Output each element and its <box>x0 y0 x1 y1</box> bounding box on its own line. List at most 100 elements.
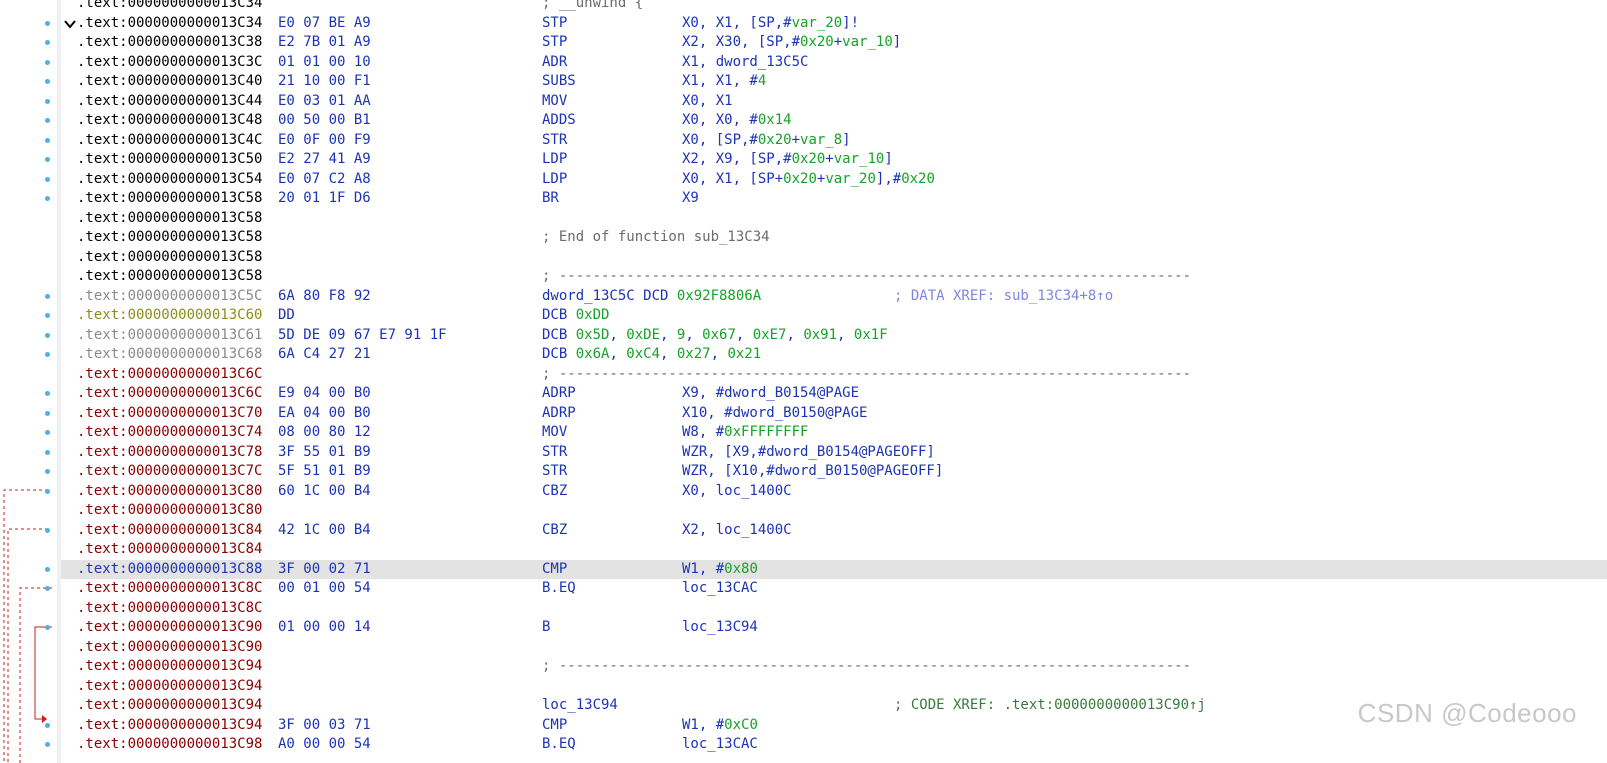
data-row[interactable]: .text:0000000000013C5C 6A 80 F8 92 dword_1… <box>61 287 1607 307</box>
breakpoint-dot[interactable] <box>45 449 50 455</box>
numeric-token: 0x20 <box>901 170 935 187</box>
listing-line[interactable]: .text:0000000000013C8C <box>61 599 1607 619</box>
breakpoint-dot[interactable] <box>45 742 50 747</box>
breakpoint-dot[interactable] <box>45 20 50 26</box>
instruction-row[interactable]: .text:0000000000013C80 60 1C 00 B4 CBZ X0, … <box>61 482 1607 502</box>
instruction-row[interactable]: .text:0000000000013C58 20 01 1F D6 BR X9 <box>61 189 1607 209</box>
instruction-row[interactable]: .text:0000000000013C98 A0 00 00 54 B.EQ loc… <box>61 735 1607 755</box>
operand-token: X0, X1, [SP,# <box>682 14 792 31</box>
operands: X0, X1, [SP,#var_20]! <box>682 14 859 34</box>
instruction-row[interactable]: .text:0000000000013C74 08 00 80 12 MOV W8, … <box>61 423 1607 443</box>
address: .text:0000000000013C4C <box>77 131 263 148</box>
instruction-row[interactable]: .text:0000000000013C4C E0 0F 00 F9 STR X0, … <box>61 131 1607 151</box>
breakpoint-dot[interactable] <box>45 332 50 338</box>
breakpoint-dot[interactable] <box>45 722 50 728</box>
operand-token: , <box>710 346 728 362</box>
breakpoint-dot[interactable] <box>45 625 50 630</box>
breakpoint-dot[interactable] <box>45 313 50 318</box>
instruction-row[interactable]: .text:0000000000013C34 E0 07 BE A9 STP X0, … <box>61 14 1607 34</box>
breakpoint-dot[interactable] <box>45 98 50 104</box>
mnemonic: BR <box>542 190 559 206</box>
breakpoint-dot[interactable] <box>45 527 50 533</box>
breakpoint-dot[interactable] <box>45 176 50 182</box>
operand-token: X2, X9, [SP,# <box>682 151 792 167</box>
listing-line[interactable]: .text:0000000000013C94 <box>61 677 1607 697</box>
listing-line[interactable]: .text:0000000000013C58 <box>61 209 1607 229</box>
instruction-row[interactable]: .text:0000000000013C84 42 1C 00 B4 CBZ X2, … <box>61 521 1607 541</box>
comment: ; --------------------------------------… <box>542 365 1192 382</box>
numeric-token: 0x91 <box>803 326 838 343</box>
collapse-chevron-icon[interactable] <box>63 18 77 30</box>
listing-line[interactable]: .text:0000000000013C94 ; ----------------… <box>61 657 1607 677</box>
breakpoint-dot[interactable] <box>45 469 50 474</box>
mnemonic: ADR <box>542 53 568 70</box>
operand-token: , <box>609 346 627 362</box>
breakpoint-dot[interactable] <box>45 59 50 65</box>
operand-token: ] <box>884 151 893 167</box>
operands: loc_13C94 <box>682 618 758 638</box>
instruction-row[interactable]: .text:0000000000013C6C E9 04 00 B0 ADRP X9,… <box>61 384 1607 404</box>
disassembly-listing[interactable]: .text:0000000000013C34; __unwind {.text:… <box>61 0 1607 763</box>
opcode-bytes: 3F 00 03 71 <box>278 716 371 733</box>
listing-line[interactable]: .text:0000000000013C58 ; ----------------… <box>61 267 1607 287</box>
data-definition: DCB 0xDD <box>542 306 609 326</box>
instruction-row[interactable]: .text:0000000000013C38 E2 7B 01 A9 STP X2, … <box>61 33 1607 53</box>
instruction-row[interactable]: .text:0000000000013C78 3F 55 01 B9 STR WZR,… <box>61 443 1607 463</box>
instruction-row[interactable]: .text:0000000000013C44 E0 03 01 AA MOV X0, … <box>61 92 1607 112</box>
breakpoint-dot[interactable] <box>45 118 50 123</box>
mnemonic: MOV <box>542 424 568 440</box>
instruction-row[interactable]: .text:0000000000013C70 EA 04 00 B0 ADRP X10… <box>61 404 1607 424</box>
operand-token: X9 <box>682 190 699 206</box>
opcode-bytes: 3F 00 02 71 <box>278 560 371 577</box>
breakpoint-dot[interactable] <box>45 566 50 572</box>
breakpoint-dot[interactable] <box>45 586 50 591</box>
operand-token: X1, dword_13C5C <box>682 53 809 70</box>
breakpoint-dot[interactable] <box>45 488 50 494</box>
mnemonic: SUBS <box>542 73 576 89</box>
instruction-row[interactable]: .text:0000000000013C7C 5F 51 01 B9 STR WZR,… <box>61 462 1607 482</box>
comment: ; --------------------------------------… <box>542 658 1192 674</box>
instruction-row[interactable]: .text:0000000000013C88 3F 00 02 71 CMP W1, … <box>61 559 1607 579</box>
opcode-bytes: E2 27 41 A9 <box>278 151 371 167</box>
opcode-bytes: E0 07 BE A9 <box>278 14 371 31</box>
listing-line[interactable]: .text:0000000000013C84 <box>61 540 1607 560</box>
address: .text:0000000000013C94 <box>77 697 263 713</box>
instruction-row[interactable]: .text:0000000000013C48 00 50 00 B1 ADDS X0,… <box>61 111 1607 131</box>
listing-line[interactable]: .text:0000000000013C34 ; __unwind { <box>61 0 1607 14</box>
instruction-row[interactable]: .text:0000000000013C40 21 10 00 F1 SUBS X1,… <box>61 72 1607 92</box>
data-row[interactable]: .text:0000000000013C68 6A C4 27 21 DCB 0x6… <box>61 345 1607 365</box>
breakpoint-dot[interactable] <box>45 430 50 435</box>
instruction-row[interactable]: .text:0000000000013C8C 00 01 00 54 B.EQ loc… <box>61 579 1607 599</box>
breakpoint-dot[interactable] <box>45 352 50 357</box>
breakpoint-dot[interactable] <box>45 40 50 45</box>
numeric-token: 0x1F <box>853 326 888 343</box>
mnemonic: STR <box>542 463 568 479</box>
operands: X1, dword_13C5C <box>682 53 808 73</box>
mnemonic: STR <box>542 131 568 148</box>
instruction-row[interactable]: .text:0000000000013C54 E0 07 C2 A8 LDP X0, … <box>61 170 1607 190</box>
operands: X0, X0, #0x14 <box>682 111 792 131</box>
listing-line[interactable]: .text:0000000000013C58 ; End of function … <box>61 228 1607 248</box>
address: .text:0000000000013C58 <box>77 190 263 206</box>
listing-line[interactable]: .text:0000000000013C80 <box>61 501 1607 521</box>
breakpoint-dot[interactable] <box>45 137 50 143</box>
breakpoint-dot[interactable] <box>45 157 50 162</box>
data-row[interactable]: .text:0000000000013C61 5D DE 09 67 E7 91 … <box>61 326 1607 346</box>
comment: ; __unwind { <box>542 0 644 11</box>
breakpoint-dot[interactable] <box>45 391 50 396</box>
breakpoint-dot[interactable] <box>45 293 50 299</box>
data-row[interactable]: .text:0000000000013C60 DD DCB 0xDD <box>61 306 1607 326</box>
listing-line[interactable]: .text:0000000000013C90 <box>61 638 1607 658</box>
operand-token: ] <box>842 131 851 148</box>
listing-line[interactable]: .text:0000000000013C6C ; ----------------… <box>61 365 1607 385</box>
instruction-row[interactable]: .text:0000000000013C3C 01 01 00 10 ADR X1, … <box>61 53 1607 73</box>
breakpoint-dot[interactable] <box>45 79 50 84</box>
operand-token: , <box>660 326 677 343</box>
breakpoint-dot[interactable] <box>45 410 50 416</box>
listing-line[interactable]: .text:0000000000013C58 <box>61 248 1607 268</box>
breakpoint-dot[interactable] <box>45 196 50 201</box>
operands: X0, [SP,#0x20+var_8] <box>682 131 851 151</box>
instruction-row[interactable]: .text:0000000000013C50 E2 27 41 A9 LDP X2, … <box>61 150 1607 170</box>
instruction-row[interactable]: .text:0000000000013C90 01 00 00 14 Bloc_13… <box>61 618 1607 638</box>
code-label: loc_13C94 <box>542 697 618 713</box>
